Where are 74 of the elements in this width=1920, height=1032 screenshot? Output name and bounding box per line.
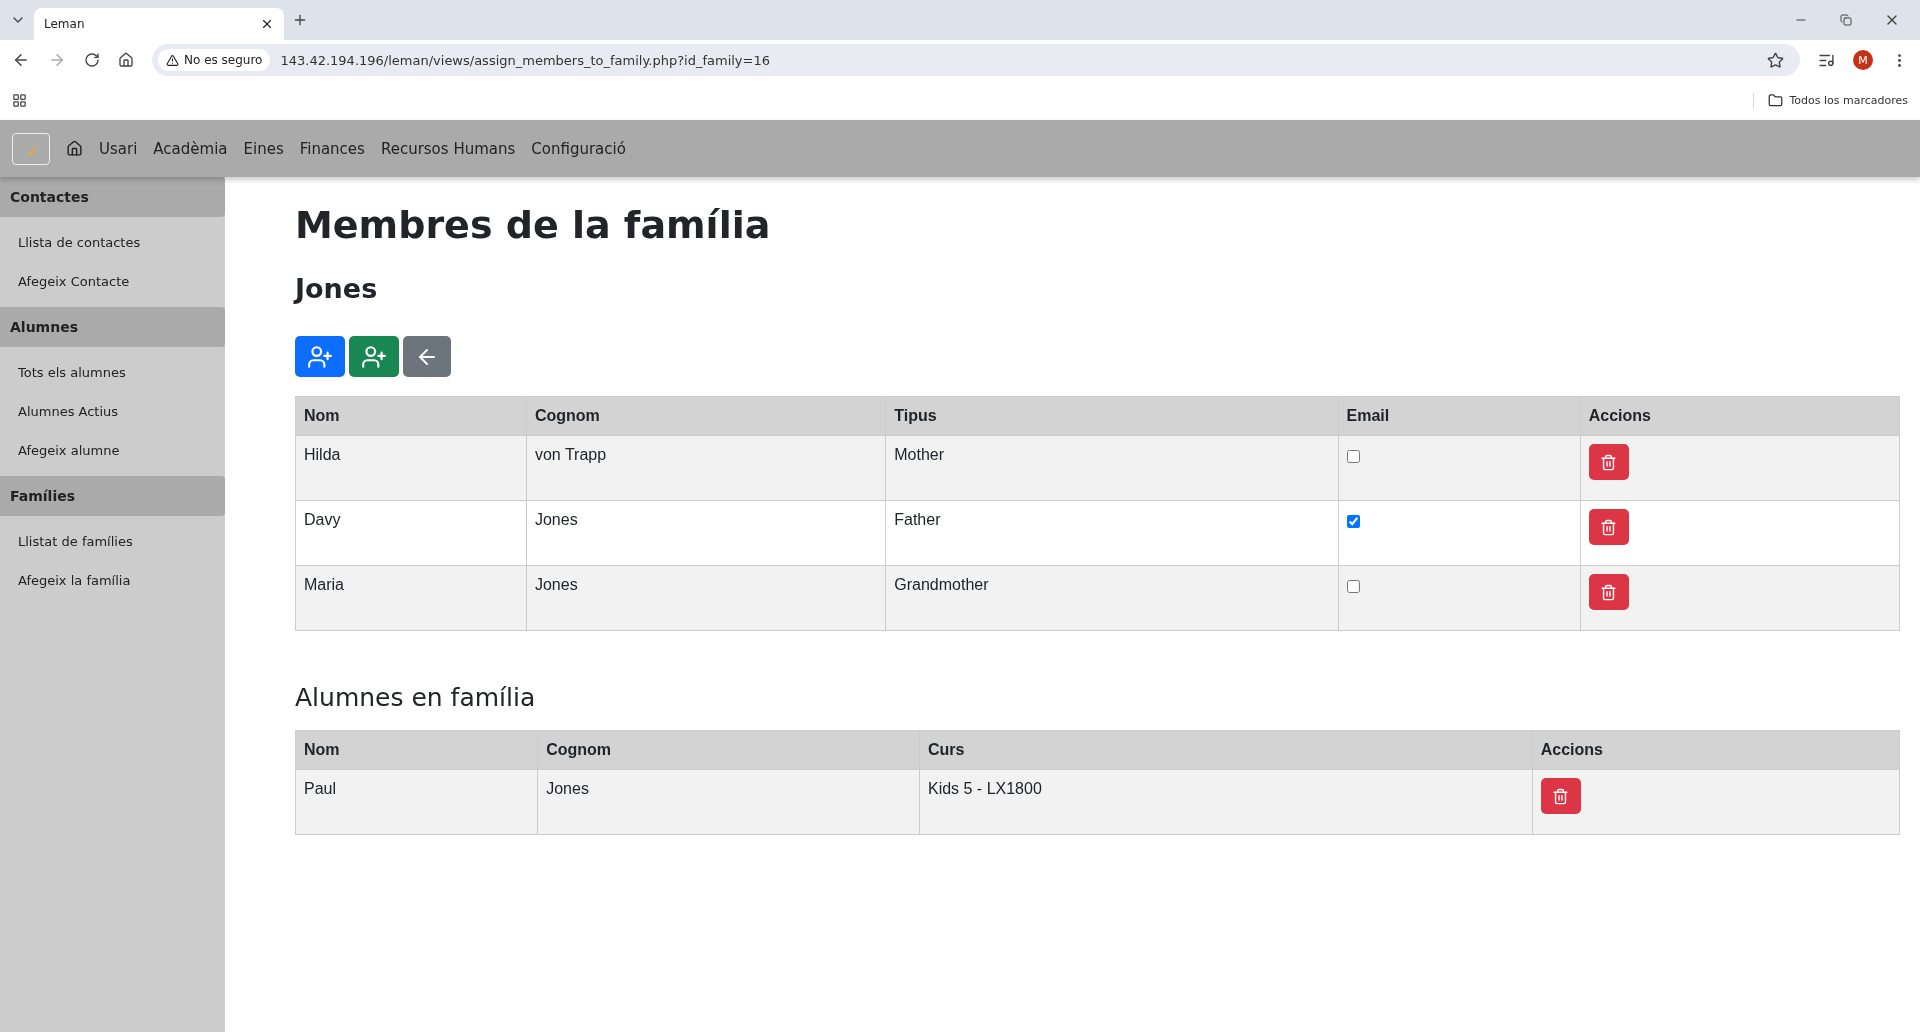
delete-button[interactable] <box>1540 778 1581 814</box>
nav-link[interactable]: Finances <box>299 139 365 158</box>
table-cell: Grandmother <box>885 565 1339 631</box>
table-cell: Jones <box>526 565 886 631</box>
table-cell: Jones <box>526 500 886 566</box>
trash-icon <box>1600 583 1618 601</box>
add-member-button[interactable] <box>295 336 345 377</box>
nav-link[interactable]: Eines <box>243 139 284 158</box>
table-cell: Hilda <box>295 435 527 501</box>
sidebar-link[interactable]: Llistat de famílies <box>0 522 225 561</box>
column-header: Accions <box>1532 730 1900 770</box>
sidebar-link[interactable]: Llista de contactes <box>0 223 225 262</box>
add-student-button[interactable] <box>349 336 399 377</box>
column-header: Nom <box>295 730 538 770</box>
column-header: Email <box>1338 396 1581 436</box>
restore-icon[interactable] <box>1840 14 1852 26</box>
trash-icon <box>1600 518 1618 536</box>
star-icon[interactable] <box>1767 51 1784 69</box>
browser-tab[interactable]: Leman <box>34 8 284 40</box>
page-title: Membres de la família <box>295 203 772 247</box>
delete-button[interactable] <box>1588 574 1629 610</box>
table-cell: Maria <box>295 565 527 631</box>
table-cell: Kids 5 - LX1800 <box>919 769 1533 835</box>
column-header: Tipus <box>885 396 1339 436</box>
url-text: 143.42.194.196/leman/views/assign_members_to_family.php?id_family=16 <box>280 52 771 68</box>
bookmarks-folder[interactable]: Todos los marcadores <box>1753 92 1908 108</box>
user-plus-icon <box>361 343 387 370</box>
table-cell: Davy <box>295 500 527 566</box>
table-cell: Paul <box>295 769 538 835</box>
trash-icon <box>1600 453 1618 471</box>
security-chip[interactable]: No es seguro <box>158 49 271 71</box>
column-header: Nom <box>295 396 527 436</box>
nav-link[interactable]: Acadèmia <box>153 139 228 158</box>
sidebar-link[interactable]: Afegeix la família <box>0 561 225 600</box>
table-cell: Father <box>885 500 1339 566</box>
email-checkbox[interactable] <box>1346 450 1360 463</box>
sidebar-link[interactable]: Afegeix alumne <box>0 431 225 470</box>
delete-button[interactable] <box>1588 444 1629 480</box>
family-name: Jones <box>295 273 379 304</box>
column-header: Cognom <box>537 730 920 770</box>
user-plus-icon <box>307 343 333 370</box>
section-title: Alumnes en família <box>295 683 537 712</box>
home-icon[interactable] <box>66 140 83 157</box>
warning-icon <box>166 53 179 67</box>
trash-icon <box>1552 787 1570 805</box>
nav-link[interactable]: Configuració <box>531 139 626 158</box>
nav-link[interactable]: Recursos Humans <box>380 139 516 158</box>
table-cell: Jones <box>537 769 920 835</box>
column-header: Cognom <box>526 396 886 436</box>
new-tab-icon[interactable] <box>292 12 308 28</box>
close-icon[interactable] <box>260 17 274 31</box>
sidebar-link[interactable]: Alumnes Actius <box>0 392 225 431</box>
back-button[interactable] <box>403 336 451 377</box>
table-cell: Mother <box>885 435 1339 501</box>
profile-avatar[interactable]: M <box>1853 50 1873 70</box>
nav-link[interactable]: Usari <box>99 139 138 158</box>
delete-button[interactable] <box>1588 509 1629 545</box>
email-checkbox[interactable] <box>1346 580 1360 593</box>
column-header: Curs <box>919 730 1533 770</box>
sidebar-section-header: Alumnes <box>0 307 225 347</box>
address-bar[interactable]: No es seguro 143.42.194.196/leman/views/assign_members_to_family.php?id_family=16 <box>152 44 1800 76</box>
column-header: Accions <box>1580 396 1900 436</box>
sidebar-section-header: Contactes <box>0 177 225 217</box>
apps-icon[interactable] <box>12 92 27 108</box>
reload-icon[interactable] <box>84 52 100 68</box>
email-checkbox[interactable] <box>1346 515 1360 528</box>
folder-icon <box>1768 92 1784 108</box>
back-icon[interactable] <box>12 51 30 69</box>
tab-title: Leman <box>44 17 86 31</box>
table-cell: von Trapp <box>526 435 886 501</box>
sidebar-link[interactable]: Afegeix Contacte <box>0 262 225 301</box>
sidebar-link[interactable]: Tots els alumnes <box>0 353 225 392</box>
sidebar-section-header: Famílies <box>0 476 225 516</box>
home-icon[interactable] <box>118 52 134 68</box>
